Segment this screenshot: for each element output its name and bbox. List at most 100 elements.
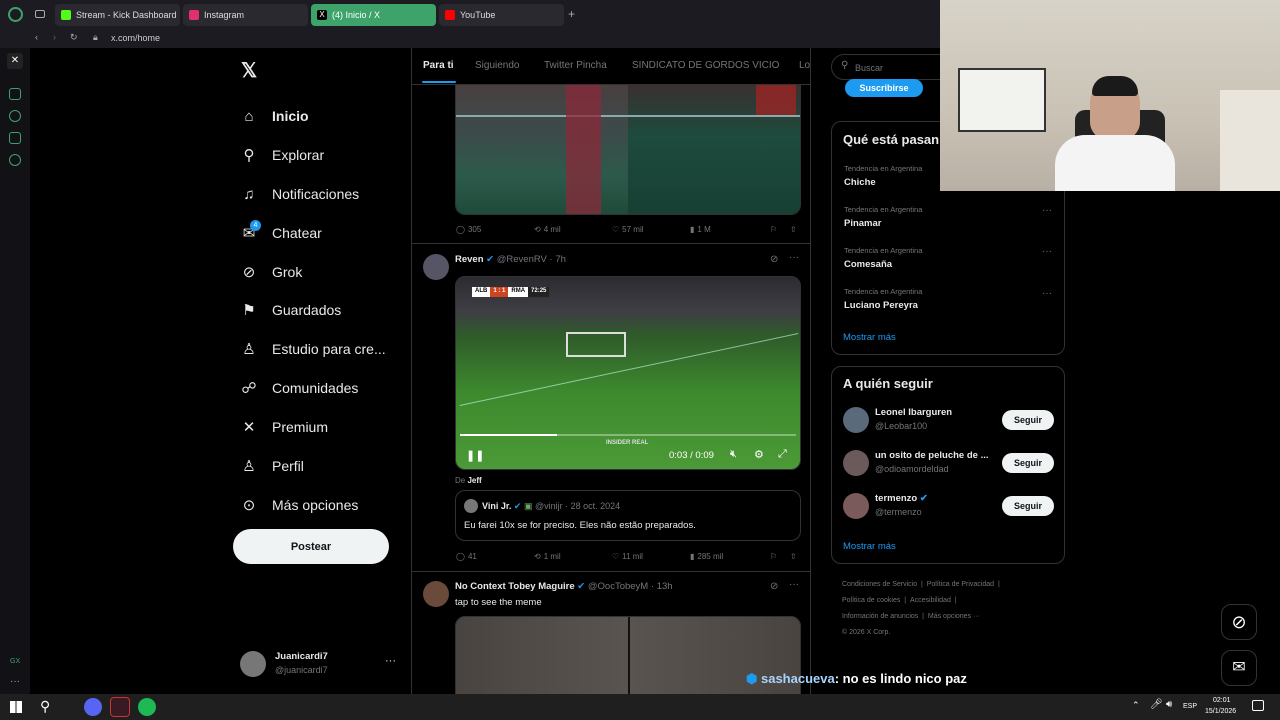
avatar[interactable] xyxy=(423,254,449,280)
sidebar-item-5[interactable]: ⚑ Guardados xyxy=(240,301,341,319)
tab-sindicato[interactable]: SINDICATO DE GORDOS VICIO xyxy=(632,60,779,71)
views-icon[interactable]: ▮ 1 M xyxy=(690,225,770,234)
gx-icon[interactable]: GX xyxy=(10,658,20,665)
grok-float-button[interactable]: ⊘ xyxy=(1221,604,1257,640)
tab-manager-icon[interactable] xyxy=(35,10,45,18)
bookmark-icon[interactable]: ⚐ xyxy=(770,552,790,561)
trend-item[interactable]: Tendencia en Argentina Comesaña xyxy=(844,246,922,270)
tab-more[interactable]: Lo xyxy=(799,60,810,71)
follow-row[interactable]: Leonel Ibarguren @Leobar100 Seguir xyxy=(832,405,1066,435)
pause-icon[interactable]: ❚❚ xyxy=(466,449,484,462)
more-icon[interactable]: ··· xyxy=(1042,288,1052,299)
like-icon[interactable]: ♡ 11 mil xyxy=(612,552,690,561)
more-icon[interactable]: ··· xyxy=(1042,246,1052,257)
settings-icon[interactable] xyxy=(9,154,21,166)
settings-icon[interactable]: ⚙ xyxy=(754,448,764,461)
sidebar-item-10[interactable]: ⊙ Más opciones xyxy=(240,496,359,514)
author-handle[interactable]: @OocTobeyM xyxy=(588,581,648,592)
more-icon[interactable]: ··· xyxy=(789,252,799,263)
chevron-up-icon[interactable]: ⌃ xyxy=(1132,700,1140,711)
workspace-icon-3[interactable] xyxy=(9,132,21,144)
browser-tab-bar: Stream - Kick Dashboard Instagram X (4) I… xyxy=(0,0,940,29)
more-icon[interactable]: ··· xyxy=(10,676,20,687)
sidebar-item-1[interactable]: ⚲ Explorar xyxy=(240,146,325,164)
tab-x[interactable]: X (4) Inicio / X xyxy=(311,4,436,26)
more-icon[interactable]: ··· xyxy=(385,655,396,667)
views-icon[interactable]: ▮ 285 mil xyxy=(690,552,770,561)
x-logo-icon[interactable]: 𝕏 xyxy=(241,58,257,83)
follow-button[interactable]: Seguir xyxy=(1002,496,1054,516)
trend-item[interactable]: Tendencia en Argentina Luciano Pereyra xyxy=(844,287,922,311)
post-image[interactable] xyxy=(455,85,801,215)
microphone-icon[interactable]: 🎤︎ xyxy=(1150,699,1163,710)
bookmark-icon[interactable]: ⚐ xyxy=(770,225,790,234)
show-more-link[interactable]: Mostrar más xyxy=(843,541,896,552)
repost-icon[interactable]: ⟲ 4 mil xyxy=(534,225,612,234)
opera-logo-icon[interactable] xyxy=(8,7,23,22)
reply-icon[interactable]: ◯ 305 xyxy=(456,225,534,234)
sidebar-item-9[interactable]: ♙ Perfil xyxy=(240,457,304,475)
quoted-post[interactable]: Vini Jr. ✔ ▣ @vinijr · 28 oct. 2024 Eu f… xyxy=(455,490,801,541)
sidebar-item-4[interactable]: ⊘ Grok xyxy=(240,263,303,281)
sidebar-item-8[interactable]: ✕ Premium xyxy=(240,418,328,436)
windows-start-icon[interactable] xyxy=(10,701,22,713)
workspace-icon-1[interactable] xyxy=(9,88,21,100)
spotify-icon[interactable] xyxy=(138,698,156,716)
tab-siguiendo[interactable]: Siguiendo xyxy=(475,60,519,71)
follow-row[interactable]: un osito de peluche de ... @odioamordeld… xyxy=(832,448,1066,478)
forward-icon[interactable]: › xyxy=(53,32,56,42)
tab-twitter-pincha[interactable]: Twitter Pincha xyxy=(544,60,607,71)
sidebar-item-0[interactable]: ⌂ Inicio xyxy=(240,107,308,125)
video-progress-track[interactable] xyxy=(460,434,796,436)
notification-icon[interactable] xyxy=(1252,700,1264,711)
grok-icon[interactable]: ⊘ xyxy=(770,581,778,592)
reload-icon[interactable]: ↻ xyxy=(70,32,78,43)
share-icon[interactable]: ⇧ xyxy=(790,552,797,561)
share-icon[interactable]: ⇧ xyxy=(790,225,797,234)
workspace-icon-2[interactable] xyxy=(9,110,21,122)
tab-kick[interactable]: Stream - Kick Dashboard xyxy=(55,4,180,26)
clock-date[interactable]: 15/1/2026 xyxy=(1205,708,1236,715)
avatar[interactable] xyxy=(423,581,449,607)
search-icon[interactable]: ⚲ xyxy=(40,698,50,715)
sidebar-item-3[interactable]: ✉ Chatear 4 xyxy=(240,220,322,242)
tab-youtube[interactable]: YouTube xyxy=(439,4,564,26)
volume-icon[interactable]: 🔊︎ xyxy=(1166,699,1172,710)
grok-icon[interactable]: ⊘ xyxy=(770,254,778,265)
account-handle: @juanicardi7 xyxy=(275,665,328,675)
more-icon[interactable]: ··· xyxy=(1042,205,1052,216)
author-name[interactable]: Reven xyxy=(455,254,484,265)
tab-instagram[interactable]: Instagram xyxy=(183,4,308,26)
trend-item[interactable]: Tendencia en Argentina Chiche xyxy=(844,164,922,188)
discord-icon[interactable] xyxy=(84,698,102,716)
messages-float-button[interactable]: ✉ xyxy=(1221,650,1257,686)
like-icon[interactable]: ♡ 57 mil xyxy=(612,225,690,234)
sidebar-item-7[interactable]: ☍ Comunidades xyxy=(240,379,358,397)
repost-icon[interactable]: ⟲ 1 mil xyxy=(534,552,612,561)
new-tab-button[interactable]: + xyxy=(568,7,575,21)
clock-time[interactable]: 02:01 xyxy=(1213,697,1231,704)
opera-gx-icon[interactable] xyxy=(110,697,130,717)
fullscreen-icon[interactable]: ⤢ xyxy=(778,448,787,461)
tab-para-ti[interactable]: Para ti xyxy=(423,60,454,71)
post-button[interactable]: Postear xyxy=(233,529,389,564)
follow-row[interactable]: termenzo ✔ @termenzo Seguir xyxy=(832,491,1066,521)
author-name[interactable]: No Context Tobey Maguire xyxy=(455,581,575,592)
sidebar-item-2[interactable]: ♫ Notificaciones xyxy=(240,185,359,203)
show-more-link[interactable]: Mostrar más xyxy=(843,332,896,343)
sidebar-item-6[interactable]: ♙ Estudio para cre... xyxy=(240,340,385,358)
account-switcher[interactable]: Juanicardi7 @juanicardi7 ··· xyxy=(240,649,398,679)
follow-button[interactable]: Seguir xyxy=(1002,453,1054,473)
author-handle[interactable]: @RevenRV xyxy=(497,254,547,265)
follow-button[interactable]: Seguir xyxy=(1002,410,1054,430)
url-field[interactable]: x.com/home xyxy=(111,33,160,43)
more-icon[interactable]: ··· xyxy=(789,579,799,590)
x-sidebar-icon[interactable]: ✕ xyxy=(7,53,23,69)
back-icon[interactable]: ‹ xyxy=(35,32,38,42)
language-indicator[interactable]: ESP xyxy=(1183,703,1197,710)
video-player[interactable]: ALB 1 : 1 RMA 72:25 INSIDER REAL ❚❚ 0:03… xyxy=(455,276,801,470)
trend-item[interactable]: Tendencia en Argentina Pinamar xyxy=(844,205,922,229)
reply-icon[interactable]: ◯ 41 xyxy=(456,552,534,561)
subscribe-button[interactable]: Suscribirse xyxy=(845,79,923,97)
mute-icon[interactable]: 🔇︎ xyxy=(730,448,737,461)
